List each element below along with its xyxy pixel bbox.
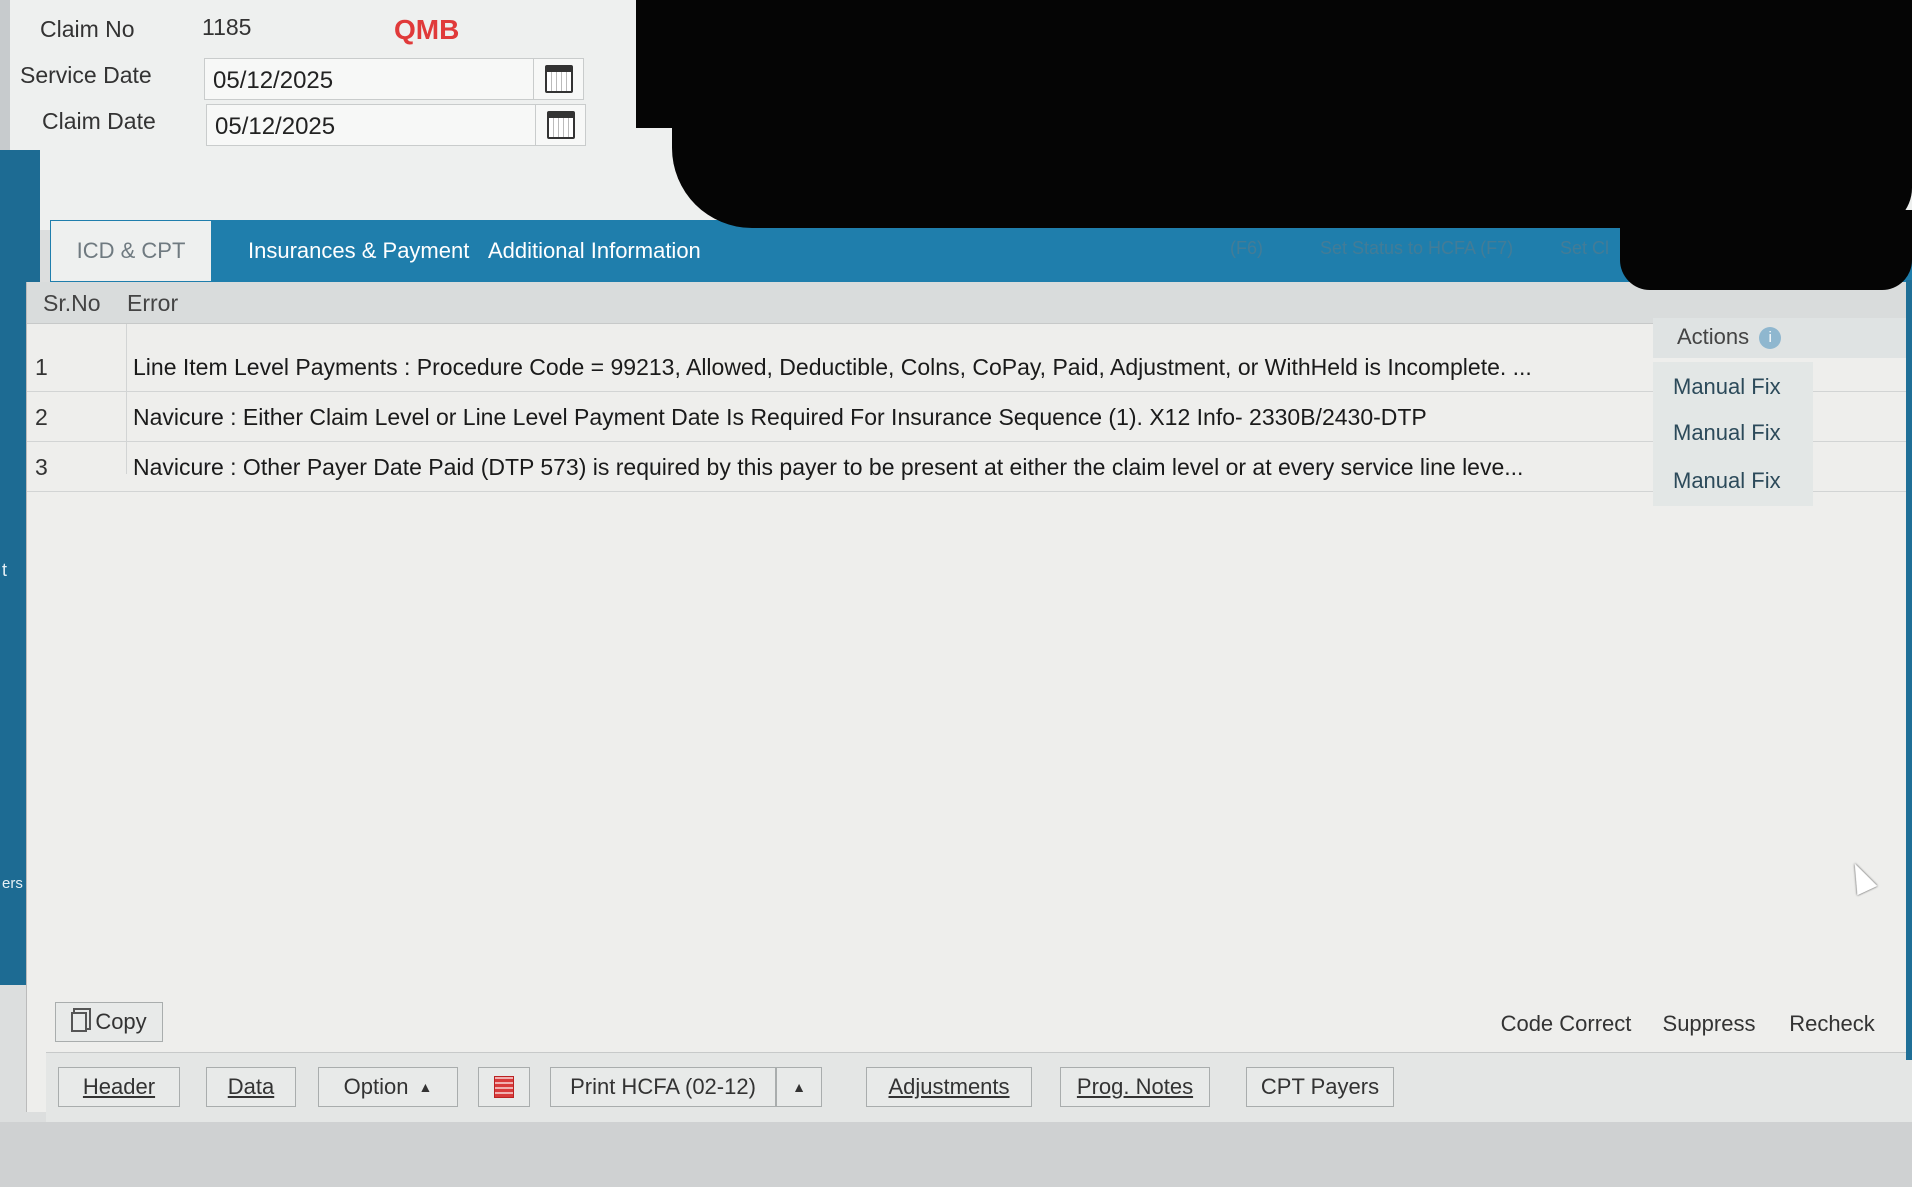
row-srno: 1 [35, 354, 48, 380]
service-date-calendar-button[interactable] [533, 59, 583, 99]
claim-no-label: Claim No [40, 16, 135, 42]
row-error: Navicure : Either Claim Level or Line Le… [133, 404, 1427, 430]
report-icon [494, 1076, 514, 1098]
service-date-value: 05/12/2025 [213, 67, 334, 94]
table-row[interactable]: 2 Navicure : Either Claim Level or Line … [27, 392, 1912, 458]
grid-header: Sr.No Error [27, 282, 1912, 324]
redacted-region [1620, 210, 1912, 290]
row-srno: 3 [35, 454, 48, 480]
table-row[interactable]: 1 Line Item Level Payments : Procedure C… [27, 342, 1912, 412]
recheck-button[interactable]: Recheck [1777, 1004, 1887, 1044]
claim-date-label: Claim Date [42, 108, 156, 134]
option-label: Option [343, 1074, 409, 1099]
header-button[interactable]: Header [58, 1067, 180, 1107]
scrollbar-edge[interactable] [1906, 280, 1912, 1060]
row-error: Navicure : Other Payer Date Paid (DTP 57… [133, 454, 1524, 480]
sidebar-fragment: ers [2, 875, 23, 892]
prog-notes-button[interactable]: Prog. Notes [1060, 1067, 1210, 1107]
row-error: Line Item Level Payments : Procedure Cod… [133, 354, 1532, 380]
table-row[interactable]: 3 Navicure : Other Payer Date Paid (DTP … [27, 442, 1912, 506]
option-button[interactable]: Option ▲ [318, 1067, 458, 1107]
calendar-icon [544, 65, 573, 93]
suppress-button[interactable]: Suppress [1649, 1004, 1769, 1044]
redacted-region [636, 0, 1912, 128]
plan-badge: QMB [394, 14, 460, 45]
calendar-icon [546, 111, 575, 139]
claim-date-value: 05/12/2025 [215, 113, 336, 140]
tab-icd-cpt[interactable]: ICD & CPT [50, 220, 212, 282]
data-button[interactable]: Data [206, 1067, 296, 1107]
copy-icon [71, 1012, 88, 1032]
manual-fix-button[interactable]: Manual Fix [1653, 456, 1813, 506]
sidebar-fragment: t [2, 560, 8, 580]
error-grid-panel: Sr.No Error Actions i 1 Line Item Level P… [26, 282, 1912, 1112]
faded-toolbar-item: (F6) [1230, 238, 1263, 258]
report-icon-button[interactable] [478, 1067, 530, 1107]
bottom-toolbar: Header Data Option ▲ Print HCFA (02-12) ▲… [46, 1052, 1912, 1122]
screen-bezel-bottom [0, 1122, 1912, 1187]
claim-date-calendar-button[interactable] [535, 105, 585, 145]
cpt-payers-button[interactable]: CPT Payers [1246, 1067, 1394, 1107]
print-hcfa-button[interactable]: Print HCFA (02-12) [550, 1067, 776, 1107]
faded-toolbar-item: Set Cl [1560, 238, 1610, 258]
service-date-label: Service Date [20, 62, 152, 88]
caret-up-icon: ▲ [418, 1079, 433, 1095]
row-srno: 2 [35, 404, 48, 430]
tab-insurances-payment[interactable]: Insurances & Payment [230, 220, 487, 282]
col-header-srno: Sr.No [43, 290, 101, 316]
code-correct-button[interactable]: Code Correct [1491, 1004, 1641, 1044]
tab-additional-information[interactable]: Additional Information [470, 220, 719, 282]
print-menu-button[interactable]: ▲ [776, 1067, 822, 1107]
caret-up-icon: ▲ [792, 1079, 806, 1095]
claim-no-value: 1185 [202, 14, 252, 40]
adjustments-button[interactable]: Adjustments [866, 1067, 1032, 1107]
service-date-field[interactable]: 05/12/2025 [204, 58, 584, 100]
copy-label: Copy [95, 1009, 147, 1034]
copy-button[interactable]: Copy [55, 1002, 163, 1042]
col-header-error: Error [127, 290, 179, 316]
faded-toolbar-item: Set Status to HCFA (F7) [1320, 238, 1514, 258]
claim-date-field[interactable]: 05/12/2025 [206, 104, 586, 146]
